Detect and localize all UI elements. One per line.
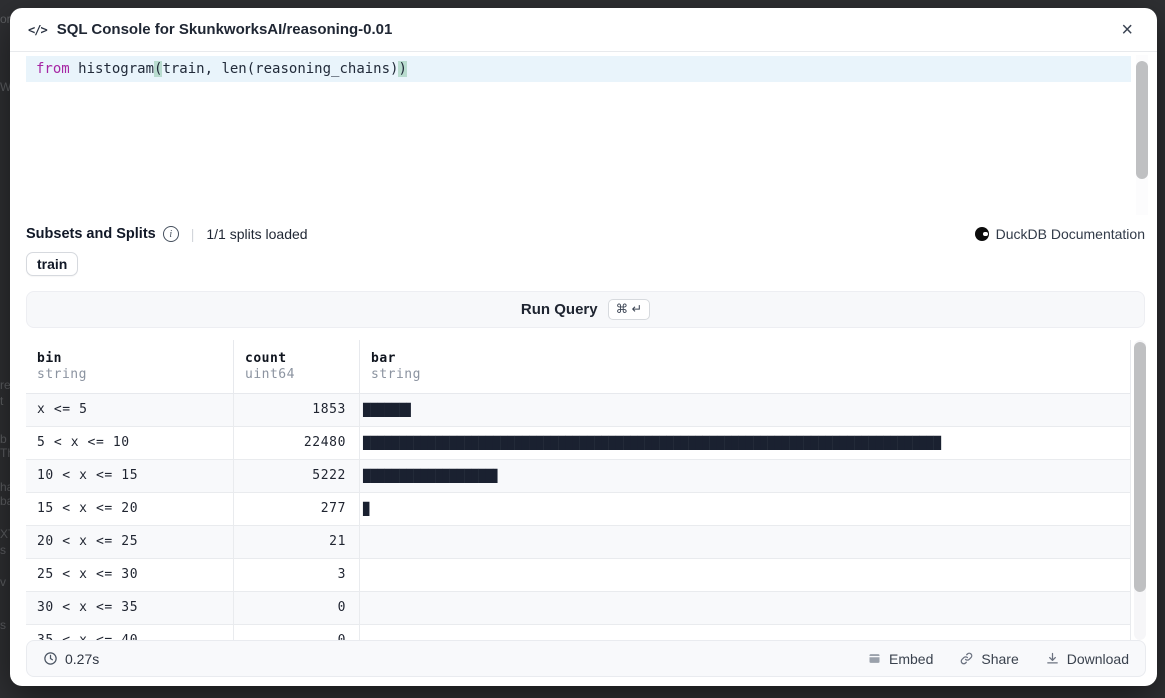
table-row: x <= 51853██████▋ <box>26 394 1131 427</box>
table-row: 30 < x <= 350 <box>26 592 1131 625</box>
cell-bar: ▉ <box>360 493 1131 525</box>
table-row: 35 < x <= 400 <box>26 625 1131 640</box>
column-name: bin <box>37 350 233 367</box>
background-text-fragment: s <box>0 618 6 632</box>
cell-bin: 30 < x <= 35 <box>26 592 234 624</box>
duckdb-icon <box>975 227 989 241</box>
embed-label: Embed <box>889 651 933 667</box>
histogram-bar: ██████▋ <box>363 403 414 417</box>
sql-close-paren: ) <box>398 61 406 77</box>
background-text-fragment: v <box>0 575 6 589</box>
table-row: 5 < x <= 1022480████████████████████████… <box>26 427 1131 460</box>
code-icon: </> <box>28 23 47 37</box>
share-label: Share <box>981 651 1018 667</box>
cell-bar <box>360 559 1131 591</box>
duckdb-doc-label: DuckDB Documentation <box>996 226 1145 242</box>
cell-count: 277 <box>234 493 360 525</box>
table-row: 25 < x <= 303 <box>26 559 1131 592</box>
table-row: 20 < x <= 2521 <box>26 526 1131 559</box>
info-icon[interactable]: i <box>163 226 179 242</box>
table-body: x <= 51853██████▋5 < x <= 1022480███████… <box>26 394 1131 640</box>
dialog-title: SQL Console for SkunkworksAI/reasoning-0… <box>57 21 393 38</box>
dialog-header: </> SQL Console for SkunkworksAI/reasoni… <box>10 8 1157 52</box>
divider: | <box>191 226 195 242</box>
cell-count: 5222 <box>234 460 360 492</box>
keyboard-shortcut-badge: ⌘ ↵ <box>608 299 650 320</box>
table-header-row: bin string count uint64 bar string <box>26 340 1131 394</box>
close-button[interactable]: × <box>1115 18 1139 42</box>
cell-bar <box>360 526 1131 558</box>
table-row: 15 < x <= 20277▉ <box>26 493 1131 526</box>
splits-loaded-status: 1/1 splits loaded <box>206 226 307 242</box>
cell-bar: ██████▋ <box>360 394 1131 426</box>
cell-bar <box>360 625 1131 640</box>
download-label: Download <box>1067 651 1129 667</box>
cell-bin: 25 < x <= 30 <box>26 559 234 591</box>
results-table: bin string count uint64 bar string x <= … <box>26 340 1131 640</box>
cell-bar: ████████████████████████████████████████… <box>360 427 1131 459</box>
background-text-fragment: s <box>0 543 6 557</box>
background-text-fragment: b <box>0 432 7 446</box>
sql-query-line: from histogram(train, len(reasoning_chai… <box>36 56 407 82</box>
column-header-bin: bin string <box>26 340 234 393</box>
share-link-icon <box>959 651 974 666</box>
cell-count: 22480 <box>234 427 360 459</box>
close-icon: × <box>1121 19 1133 41</box>
download-button[interactable]: Download <box>1045 651 1129 667</box>
table-scrollbar-thumb[interactable] <box>1134 342 1146 592</box>
download-icon <box>1045 651 1060 666</box>
run-query-label: Run Query <box>521 301 598 318</box>
duration-text: 0.27s <box>65 651 99 667</box>
editor-scrollbar-thumb[interactable] <box>1136 61 1148 179</box>
column-name: bar <box>371 350 1130 367</box>
cell-count: 1853 <box>234 394 360 426</box>
run-query-button[interactable]: Run Query ⌘ ↵ <box>26 291 1145 328</box>
embed-icon <box>867 651 882 666</box>
column-type: string <box>37 367 233 383</box>
subsets-header: Subsets and Splits i | 1/1 splits loaded… <box>26 223 1145 245</box>
column-type: uint64 <box>245 367 359 383</box>
column-type: string <box>371 367 1130 383</box>
cell-count: 3 <box>234 559 360 591</box>
cell-count: 21 <box>234 526 360 558</box>
sql-args: train, len(reasoning_chains) <box>162 61 398 77</box>
column-header-bar: bar string <box>360 340 1131 393</box>
histogram-bar: ██████████████████▋ <box>363 469 500 483</box>
background-text-fragment: t <box>0 394 3 408</box>
duckdb-documentation-link[interactable]: DuckDB Documentation <box>975 226 1145 242</box>
histogram-bar: ▉ <box>363 502 370 516</box>
histogram-bar: ████████████████████████████████████████… <box>363 436 941 450</box>
share-button[interactable]: Share <box>959 651 1018 667</box>
sql-function: histogram <box>70 61 154 77</box>
cell-count: 0 <box>234 592 360 624</box>
query-duration: 0.27s <box>43 651 99 667</box>
sql-console-dialog: </> SQL Console for SkunkworksAI/reasoni… <box>10 8 1157 686</box>
split-chip-train[interactable]: train <box>26 252 78 276</box>
column-name: count <box>245 350 359 367</box>
subsets-label: Subsets and Splits <box>26 226 156 242</box>
cell-bin: 20 < x <= 25 <box>26 526 234 558</box>
results-footer: 0.27s Embed Share Download <box>26 640 1146 677</box>
sql-editor[interactable]: from histogram(train, len(reasoning_chai… <box>10 53 1157 218</box>
footer-actions: Embed Share Download <box>867 651 1129 667</box>
cell-bin: 5 < x <= 10 <box>26 427 234 459</box>
clock-icon <box>43 651 58 666</box>
cell-bin: 10 < x <= 15 <box>26 460 234 492</box>
cell-bar: ██████████████████▋ <box>360 460 1131 492</box>
cell-bin: 15 < x <= 20 <box>26 493 234 525</box>
table-row: 10 < x <= 155222██████████████████▋ <box>26 460 1131 493</box>
cell-bin: 35 < x <= 40 <box>26 625 234 640</box>
embed-button[interactable]: Embed <box>867 651 933 667</box>
cell-bin: x <= 5 <box>26 394 234 426</box>
sql-keyword: from <box>36 61 70 77</box>
cell-count: 0 <box>234 625 360 640</box>
cell-bar <box>360 592 1131 624</box>
column-header-count: count uint64 <box>234 340 360 393</box>
